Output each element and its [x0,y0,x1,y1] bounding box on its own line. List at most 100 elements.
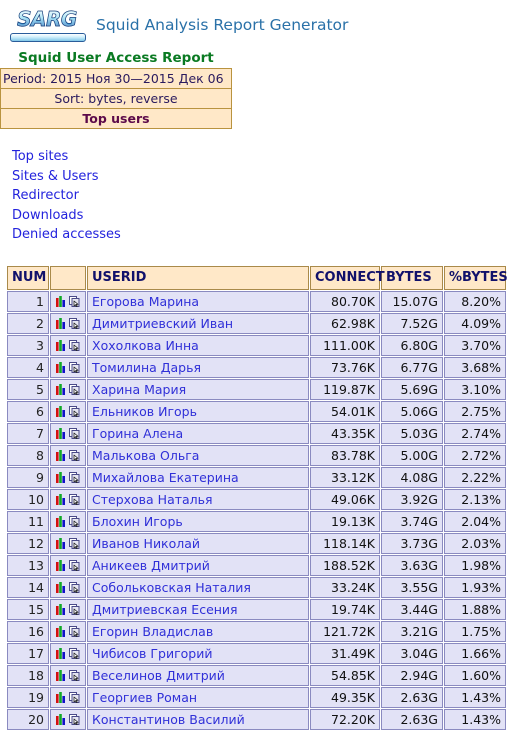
cell-userid: Ельников Игорь [87,400,309,422]
table-header-row: NUM USERID CONNECT BYTES %BYTES [7,265,508,290]
nav-link-top-sites[interactable]: Top sites [12,147,68,167]
table-row: 15 Дмитриевская Есения 19.74K 3.44G 1.88… [7,598,506,620]
user-link[interactable]: Харина Мария [92,382,186,397]
cell-bytes: 3.21G [381,620,443,642]
table-row: 11 Блохин Игорь 19.13K 3.74G 2.04% [7,510,506,532]
user-link[interactable]: Егорова Марина [92,294,199,309]
bar-chart-icon[interactable] [55,603,67,615]
bar-chart-icon[interactable] [55,691,67,703]
report-pages-icon[interactable] [68,713,81,726]
column-header-bytes[interactable]: BYTES [381,265,443,290]
cell-pct: 1.66% [444,642,506,664]
cell-bytes: 4.08G [381,466,443,488]
report-pages-icon[interactable] [68,361,81,374]
column-header-connect[interactable]: CONNECT [310,265,385,290]
bar-chart-icon[interactable] [55,713,67,725]
report-pages-icon[interactable] [68,691,81,704]
user-link[interactable]: Хохолкова Инна [92,338,199,353]
report-pages-icon[interactable] [68,339,81,352]
cell-userid: Харина Мария [87,378,309,400]
report-pages-icon[interactable] [68,405,81,418]
report-pages-icon[interactable] [68,669,81,682]
bar-chart-icon[interactable] [55,493,67,505]
cell-connect: 83.78K [310,444,380,466]
bar-chart-icon[interactable] [55,427,67,439]
report-pages-icon[interactable] [68,383,81,396]
bar-chart-icon[interactable] [55,647,67,659]
cell-icons [50,488,86,510]
user-link[interactable]: Михайлова Екатерина [92,470,239,485]
user-link[interactable]: Димитриевский Иван [92,316,233,331]
cell-pct: 2.03% [444,532,506,554]
user-link[interactable]: Георгиев Роман [92,690,197,705]
nav-link-downloads[interactable]: Downloads [12,206,83,226]
cell-bytes: 6.77G [381,356,443,378]
bar-chart-icon[interactable] [55,537,67,549]
user-link[interactable]: Малькова Ольга [92,448,199,463]
bar-chart-icon[interactable] [55,559,67,571]
nav-link-redirector[interactable]: Redirector [12,186,79,206]
user-link[interactable]: Веселинов Дмитрий [92,668,225,683]
bar-chart-icon[interactable] [55,581,67,593]
cell-bytes: 5.69G [381,378,443,400]
user-link[interactable]: Аникеев Дмитрий [92,558,210,573]
cell-num: 19 [7,686,49,708]
user-link[interactable]: Константинов Василий [92,712,245,727]
report-pages-icon[interactable] [68,493,81,506]
cell-icons [50,642,86,664]
bar-chart-icon[interactable] [55,317,67,329]
bar-chart-icon[interactable] [55,515,67,527]
cell-num: 3 [7,334,49,356]
user-link[interactable]: Томилина Дарья [92,360,201,375]
table-row: 14 Собольковская Наталия 33.24K 3.55G 1.… [7,576,506,598]
bar-chart-icon[interactable] [55,669,67,681]
cell-num: 4 [7,356,49,378]
user-link[interactable]: Ельников Игорь [92,404,197,419]
report-pages-icon[interactable] [68,449,81,462]
report-pages-icon[interactable] [68,625,81,638]
bar-chart-icon[interactable] [55,471,67,483]
table-row: 7 Горина Алена 43.35K 5.03G 2.74% [7,422,506,444]
bar-chart-icon[interactable] [55,449,67,461]
cell-userid: Егорова Марина [87,290,309,312]
report-pages-icon[interactable] [68,295,81,308]
report-pages-icon[interactable] [68,427,81,440]
cell-connect: 119.87K [310,378,380,400]
user-link[interactable]: Блохин Игорь [92,514,183,529]
user-link[interactable]: Чибисов Григорий [92,646,212,661]
cell-pct: 2.74% [444,422,506,444]
bar-chart-icon[interactable] [55,383,67,395]
report-pages-icon[interactable] [68,647,81,660]
cell-num: 10 [7,488,49,510]
column-header-num[interactable]: NUM [7,265,49,290]
bar-chart-icon[interactable] [55,361,67,373]
nav-link-sites-and-users[interactable]: Sites & Users [12,167,99,187]
cell-num: 12 [7,532,49,554]
cell-connect: 33.24K [310,576,380,598]
bar-chart-icon[interactable] [55,295,67,307]
column-header-pct[interactable]: %BYTES [444,265,508,290]
user-link[interactable]: Дмитриевская Есения [92,602,238,617]
user-link[interactable]: Стерхова Наталья [92,492,213,507]
report-pages-icon[interactable] [68,581,81,594]
report-pages-icon[interactable] [68,537,81,550]
cell-pct: 3.70% [444,334,506,356]
user-link[interactable]: Горина Алена [92,426,183,441]
report-nav: Top sites Sites & Users Redirector Downl… [12,147,512,245]
cell-icons [50,532,86,554]
column-header-userid[interactable]: USERID [87,265,309,290]
report-pages-icon[interactable] [68,603,81,616]
report-pages-icon[interactable] [68,317,81,330]
user-link[interactable]: Собольковская Наталия [92,580,251,595]
bar-chart-icon[interactable] [55,339,67,351]
nav-link-denied-accesses[interactable]: Denied accesses [12,225,121,245]
user-link[interactable]: Иванов Николай [92,536,200,551]
bar-chart-icon[interactable] [55,405,67,417]
user-link[interactable]: Егорин Владислав [92,624,213,639]
bar-chart-icon[interactable] [55,625,67,637]
report-pages-icon[interactable] [68,471,81,484]
report-pages-icon[interactable] [68,559,81,572]
report-pages-icon[interactable] [68,515,81,528]
cell-icons [50,554,86,576]
cell-icons [50,620,86,642]
